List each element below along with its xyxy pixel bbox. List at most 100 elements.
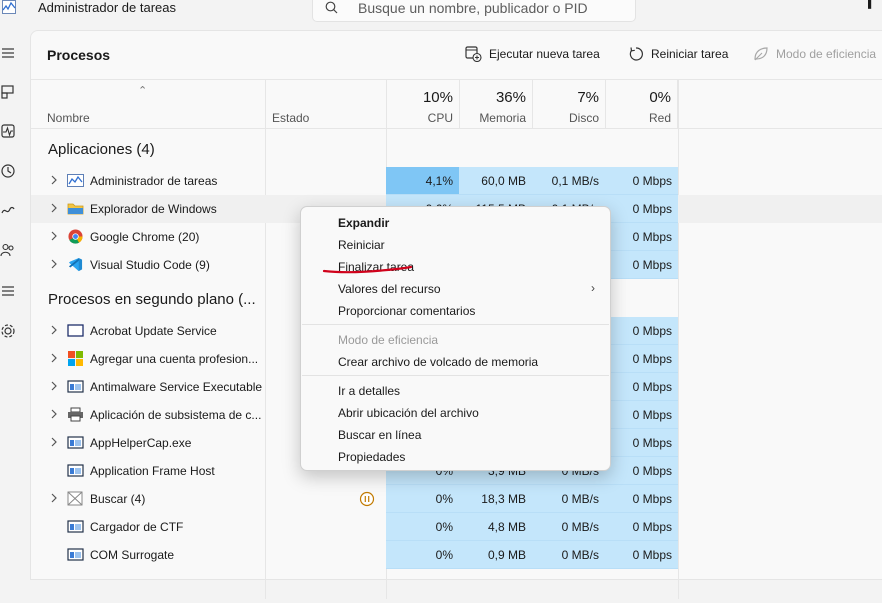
menu-item-properties[interactable]: Propiedades: [338, 450, 405, 464]
cpu-cell: 0%: [386, 485, 459, 513]
network-cell: 0 Mbps: [605, 317, 678, 345]
menu-item-create-dump[interactable]: Crear archivo de volcado de memoria: [338, 355, 538, 369]
folder-icon: [67, 203, 84, 215]
process-name: Administrador de tareas: [90, 174, 218, 188]
search-app-icon: [67, 491, 83, 506]
menu-item-search-online[interactable]: Buscar en línea: [338, 428, 421, 442]
suspended-status-icon: [359, 491, 375, 507]
sort-caret-icon[interactable]: ⌃: [138, 84, 147, 97]
nav-rail: [0, 30, 30, 572]
section-apps: Aplicaciones (4): [48, 141, 155, 158]
service-window-icon: [67, 464, 84, 477]
red-underline-annotation: [322, 265, 413, 274]
process-name: Aplicación de subsistema de c...: [90, 408, 262, 422]
disk-cell: 0 MB/s: [532, 485, 605, 513]
menu-item-go-to-details[interactable]: Ir a detalles: [338, 384, 400, 398]
window-control-icon[interactable]: ▌: [868, 0, 874, 8]
cpu-cell: 0%: [386, 513, 459, 541]
disk-cell: 0 MB/s: [532, 541, 605, 569]
menu-item-resource-values[interactable]: Valores del recurso: [338, 282, 441, 296]
leaf-icon: [754, 47, 768, 61]
network-cell: 0 Mbps: [605, 345, 678, 373]
menu-separator: [302, 375, 609, 376]
menu-item-open-file-location[interactable]: Abrir ubicación del archivo: [338, 406, 479, 420]
services-icon[interactable]: [0, 323, 16, 339]
chevron-right-icon[interactable]: [49, 202, 59, 214]
context-menu: Expandir Reiniciar Finalizar tarea Valor…: [300, 206, 611, 471]
search-box[interactable]: Busque un nombre, publicador o PID: [312, 0, 636, 22]
search-input[interactable]: Busque un nombre, publicador o PID: [358, 0, 588, 16]
details-icon[interactable]: [0, 283, 16, 299]
cpu-cell: 4,1%: [386, 167, 459, 195]
column-cpu[interactable]: 10% CPU: [386, 80, 459, 128]
app-history-icon[interactable]: [0, 163, 16, 179]
process-name: Cargador de CTF: [90, 520, 184, 534]
table-row[interactable]: COM Surrogate 0% 0,9 MB 0 MB/s 0 Mbps: [31, 541, 882, 569]
column-disk[interactable]: 7% Disco: [532, 80, 605, 128]
column-header: ⌃ Nombre Estado 10% CPU 36% Memoria 7% D…: [31, 79, 882, 129]
task-manager-logo-icon: [2, 0, 16, 14]
process-name: Buscar (4): [90, 492, 146, 506]
efficiency-mode-button[interactable]: Modo de eficiencia: [753, 46, 876, 62]
process-name: Explorador de Windows: [90, 202, 217, 216]
column-network[interactable]: 0% Red: [605, 80, 678, 128]
performance-icon[interactable]: [0, 123, 16, 139]
service-window-icon: [67, 520, 84, 533]
users-icon[interactable]: [0, 242, 16, 258]
network-cell: 0 Mbps: [605, 373, 678, 401]
column-name[interactable]: Nombre: [47, 111, 90, 125]
network-cell: 0 Mbps: [605, 485, 678, 513]
chevron-right-icon[interactable]: [49, 324, 59, 336]
disk-label: Disco: [568, 111, 599, 125]
menu-item-restart[interactable]: Reiniciar: [338, 238, 385, 252]
memory-percent: 36%: [495, 89, 526, 106]
process-name: Google Chrome (20): [90, 230, 200, 244]
process-name: Visual Studio Code (9): [90, 258, 210, 272]
restart-task-button[interactable]: Reiniciar tarea: [628, 46, 728, 62]
table-row[interactable]: Buscar (4) 0% 18,3 MB 0 MB/s 0 Mbps: [31, 485, 882, 513]
service-window-icon: [67, 548, 84, 561]
restart-icon: [629, 47, 643, 61]
column-memory[interactable]: 36% Memoria: [459, 80, 532, 128]
disk-cell: 0,1 MB/s: [532, 167, 605, 195]
process-name: AppHelperCap.exe: [90, 436, 192, 450]
windows-logo-icon: [68, 351, 83, 366]
startup-apps-icon[interactable]: [0, 203, 16, 219]
chevron-right-icon[interactable]: [49, 408, 59, 420]
hamburger-menu-icon[interactable]: [0, 45, 16, 61]
chevron-right-icon[interactable]: [49, 492, 59, 504]
menu-item-expand[interactable]: Expandir: [338, 216, 389, 230]
network-percent: 0%: [649, 89, 671, 106]
process-name: Acrobat Update Service: [90, 324, 217, 338]
chevron-right-icon[interactable]: [49, 352, 59, 364]
chevron-right-icon[interactable]: [49, 258, 59, 270]
chevron-right-icon[interactable]: [49, 380, 59, 392]
processes-icon[interactable]: [0, 84, 16, 100]
chevron-right-icon[interactable]: [49, 230, 59, 242]
table-row[interactable]: Cargador de CTF 0% 4,8 MB 0 MB/s 0 Mbps: [31, 513, 882, 541]
process-name: Agregar una cuenta profesion...: [90, 352, 259, 366]
memory-cell: 60,0 MB: [459, 167, 532, 195]
printer-icon: [68, 407, 83, 422]
state-column-divider: [265, 80, 386, 128]
network-label: Red: [648, 111, 671, 125]
network-cell: 0 Mbps: [605, 401, 678, 429]
network-cell: 0 Mbps: [605, 167, 678, 195]
service-window-icon: [67, 436, 84, 449]
menu-item-feedback[interactable]: Proporcionar comentarios: [338, 304, 475, 318]
memory-cell: 0,9 MB: [459, 541, 532, 569]
network-cell: 0 Mbps: [605, 457, 678, 485]
table-row[interactable]: Administrador de tareas 4,1% 60,0 MB 0,1…: [31, 167, 882, 195]
cpu-label: CPU: [427, 111, 453, 125]
network-cell: 0 Mbps: [605, 223, 678, 251]
disk-percent: 7%: [577, 89, 599, 106]
page-title: Procesos: [47, 47, 111, 63]
chevron-right-icon[interactable]: [49, 436, 59, 448]
network-cell: 0 Mbps: [605, 541, 678, 569]
menu-separator: [302, 324, 609, 325]
new-task-button[interactable]: Ejecutar nueva tarea: [465, 46, 600, 62]
network-cell: 0 Mbps: [605, 251, 678, 279]
efficiency-mode-label: Modo de eficiencia: [776, 47, 877, 61]
chevron-right-icon[interactable]: [49, 174, 59, 186]
title-bar: Administrador de tareas Busque un nombre…: [0, 0, 882, 30]
